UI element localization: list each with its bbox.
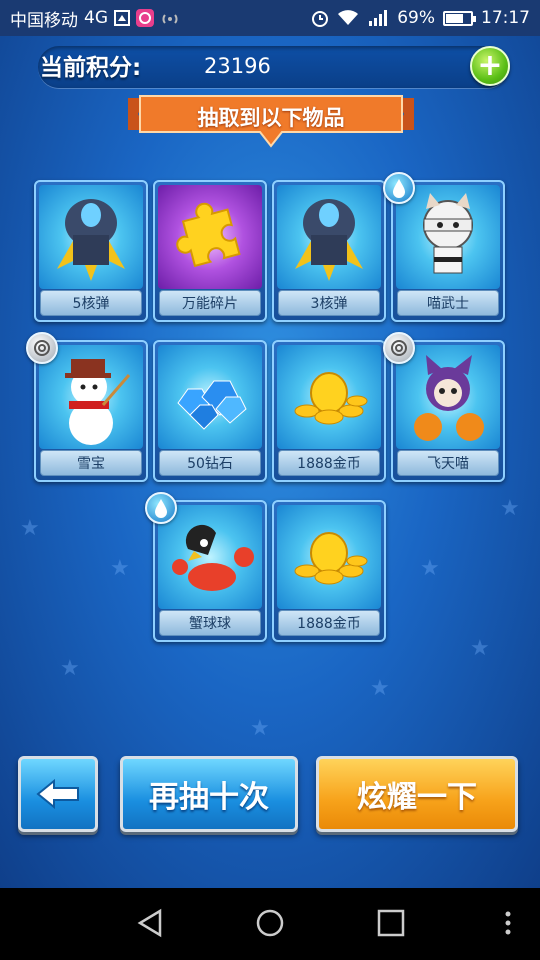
wind-badge-icon — [383, 332, 415, 364]
rocket-icon — [39, 185, 143, 289]
back-triangle-icon[interactable] — [136, 908, 166, 942]
wifi-icon — [337, 10, 359, 26]
item-card: 50钻石 — [153, 340, 267, 482]
clock-time: 17:17 — [481, 8, 530, 28]
item-label: 飞天喵 — [397, 450, 499, 476]
signal-icon — [367, 9, 389, 27]
gacha-result-screen: ★ ★ ★ ★ ★ ★ ★ ★ 当前积分: 23196 + 抽取到以下物品 5核… — [0, 36, 540, 888]
crab-icon — [158, 505, 262, 609]
add-points-button[interactable]: + — [470, 46, 510, 86]
show-off-label: 炫耀一下 — [357, 780, 477, 815]
snowman-icon — [39, 345, 143, 449]
item-label: 雪宝 — [40, 450, 142, 476]
rocket-icon — [277, 185, 381, 289]
item-label: 50钻石 — [159, 450, 261, 476]
diamonds-icon — [158, 345, 262, 449]
draw-again-label: 再抽十次 — [149, 780, 269, 815]
star-decoration: ★ — [500, 496, 520, 521]
navigation-bar — [0, 888, 540, 960]
item-card: 雪宝 — [26, 332, 148, 482]
star-decoration: ★ — [250, 716, 270, 741]
app-icon — [136, 9, 154, 27]
show-off-button[interactable]: 炫耀一下 — [316, 756, 518, 832]
plus-icon: + — [477, 48, 503, 83]
star-decoration: ★ — [470, 636, 490, 661]
item-label: 万能碎片 — [159, 290, 261, 316]
item-card: 喵武士 — [383, 172, 505, 322]
item-card: 5核弹 — [34, 180, 148, 322]
item-label: 5核弹 — [40, 290, 142, 316]
item-card: 飞天喵 — [383, 332, 505, 482]
network-type: 4G — [84, 8, 108, 28]
score-bar: 当前积分: 23196 + — [38, 46, 510, 88]
sim-icon — [114, 10, 130, 26]
water-badge-icon — [383, 172, 415, 204]
star-decoration: ★ — [370, 676, 390, 701]
item-label: 喵武士 — [397, 290, 499, 316]
item-label: 蟹球球 — [159, 610, 261, 636]
item-label: 3核弹 — [278, 290, 380, 316]
banner-title: 抽取到以下物品 — [197, 106, 345, 130]
item-card: 1888金币 — [272, 340, 386, 482]
item-card: 3核弹 — [272, 180, 386, 322]
flying-cat-icon — [396, 345, 500, 449]
star-decoration: ★ — [60, 656, 80, 681]
star-decoration: ★ — [420, 556, 440, 581]
ninja-cat-icon — [396, 185, 500, 289]
more-dots-icon[interactable] — [500, 908, 516, 942]
item-label: 1888金币 — [278, 450, 380, 476]
item-card: 万能碎片 — [153, 180, 267, 322]
item-card: 蟹球球 — [145, 492, 267, 642]
back-button[interactable] — [18, 756, 98, 832]
item-label: 1888金币 — [278, 610, 380, 636]
puzzle-piece-icon — [158, 185, 262, 289]
status-bar: 中国移动 4G 69% 17:17 — [0, 0, 540, 36]
recents-square-icon[interactable] — [376, 908, 406, 942]
score-label: 当前积分: — [40, 55, 142, 81]
back-arrow-icon — [36, 779, 79, 809]
battery-icon — [443, 10, 476, 26]
score-value: 23196 — [204, 54, 271, 78]
star-decoration: ★ — [110, 556, 130, 581]
wind-badge-icon — [26, 332, 58, 364]
gold-coins-icon — [277, 345, 381, 449]
draw-again-button[interactable]: 再抽十次 — [120, 756, 298, 832]
result-banner: 抽取到以下物品 — [128, 94, 414, 150]
battery-percent: 69% — [397, 8, 435, 28]
star-decoration: ★ — [20, 516, 40, 541]
item-card: 1888金币 — [272, 500, 386, 642]
water-badge-icon — [145, 492, 177, 524]
gold-coins-icon — [277, 505, 381, 609]
home-circle-icon[interactable] — [255, 908, 285, 942]
carrier-text: 中国移动 — [10, 10, 78, 31]
hotspot-icon — [160, 10, 180, 26]
alarm-icon — [311, 9, 329, 27]
